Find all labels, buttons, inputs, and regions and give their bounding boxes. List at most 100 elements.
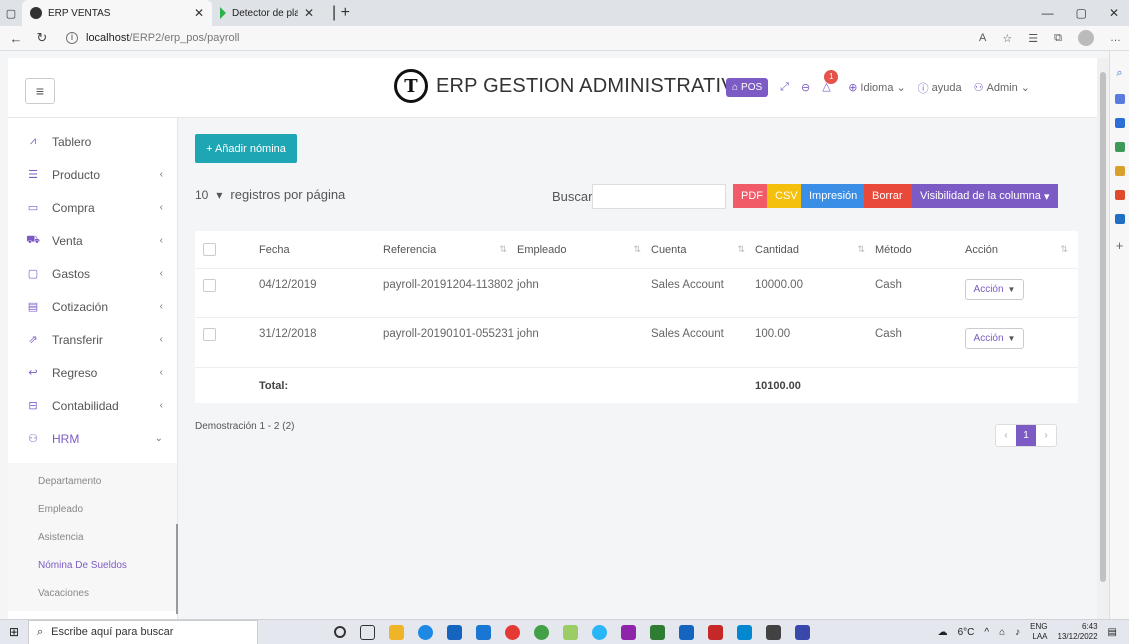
more-icon[interactable]: …: [1110, 32, 1121, 44]
copilot-icon[interactable]: [1114, 94, 1125, 104]
volume-icon[interactable]: ♪: [1015, 627, 1020, 638]
store-icon[interactable]: [447, 624, 462, 640]
sidebar-item-venta[interactable]: ⛟ Venta ‹: [8, 224, 177, 257]
favorites-icon[interactable]: ☰: [1028, 32, 1038, 45]
next-page-button[interactable]: ›: [1036, 425, 1056, 446]
word-icon[interactable]: [679, 624, 694, 640]
browser-icon[interactable]: [592, 624, 607, 640]
search-icon[interactable]: ⌕: [1116, 67, 1122, 80]
profile-avatar[interactable]: [1078, 30, 1094, 46]
fullscreen-icon[interactable]: ⤢: [780, 81, 789, 94]
col-accion[interactable]: Acción ⇅: [965, 244, 1078, 256]
restore-icon[interactable]: ▢: [1076, 6, 1087, 20]
tray-chevron-icon[interactable]: ^: [984, 627, 989, 638]
col-cantidad[interactable]: Cantidad ⇅: [755, 244, 875, 256]
notifications[interactable]: 1 △: [822, 69, 839, 96]
collections-icon[interactable]: ⧉: [1054, 32, 1062, 45]
edge-icon[interactable]: [418, 624, 433, 640]
task-view-icon[interactable]: [360, 624, 375, 640]
windows-start-icon[interactable]: ⊞: [0, 625, 28, 639]
outlook-icon[interactable]: [1114, 214, 1125, 224]
col-referencia[interactable]: Referencia ⇅: [383, 244, 517, 256]
action-dropdown-button[interactable]: Acción ▼: [965, 328, 1024, 349]
back-icon[interactable]: ←: [8, 31, 24, 46]
language-indicator[interactable]: ENG LAA: [1030, 622, 1047, 642]
row-checkbox[interactable]: [203, 328, 216, 341]
file-explorer-icon[interactable]: [389, 624, 404, 640]
pdf-button[interactable]: PDF: [733, 184, 767, 208]
sidebar-item-hrm[interactable]: ⚇ HRM ⌄: [8, 422, 177, 455]
page-1-button[interactable]: 1: [1016, 425, 1036, 446]
submenu-item-nomina[interactable]: Nómina De Sueldos: [8, 551, 177, 579]
tools-icon[interactable]: [1114, 142, 1125, 152]
favorite-star-icon[interactable]: ☆: [1002, 32, 1012, 45]
close-window-icon[interactable]: ✕: [1109, 6, 1119, 20]
sidebar-item-compra[interactable]: ▭ Compra ‹: [8, 191, 177, 224]
notes-icon[interactable]: [795, 624, 810, 640]
opera-icon[interactable]: [505, 624, 520, 640]
mail-icon[interactable]: [476, 624, 491, 640]
sidebar-item-gastos[interactable]: ▢ Gastos ‹: [8, 257, 177, 290]
sidebar-item-cotizacion[interactable]: ▤ Cotización ‹: [8, 290, 177, 323]
office-icon[interactable]: [1114, 190, 1125, 200]
pos-button[interactable]: ⌂ POS: [726, 78, 769, 97]
help-link[interactable]: ⓘ ayuda: [918, 80, 962, 96]
weather-icon[interactable]: ☁: [938, 627, 948, 638]
site-info-icon[interactable]: i: [66, 32, 78, 44]
read-aloud-icon[interactable]: A: [979, 32, 986, 44]
basket-icon[interactable]: ⊖: [801, 81, 810, 94]
select-all-checkbox[interactable]: [203, 243, 216, 256]
col-metodo[interactable]: Método: [875, 244, 965, 256]
add-payroll-button[interactable]: + Añadir nómina: [195, 134, 297, 163]
tab-actions-icon[interactable]: ▢: [0, 0, 22, 26]
network-icon[interactable]: ⌂: [999, 627, 1005, 638]
url-field[interactable]: i localhost/ERP2/erp_pos/payroll: [60, 28, 969, 48]
page-length-select[interactable]: 10 ▾: [195, 188, 222, 202]
sidebar-item-contabilidad[interactable]: ⊟ Contabilidad ‹: [8, 389, 177, 422]
chrome-icon[interactable]: [534, 624, 549, 640]
app-icon-2[interactable]: [766, 624, 781, 640]
submenu-item-vacaciones[interactable]: Vacaciones: [8, 579, 177, 607]
action-dropdown-button[interactable]: Acción ▼: [965, 279, 1024, 300]
notification-center-icon[interactable]: ▤: [1108, 627, 1117, 638]
vscode-icon[interactable]: [737, 624, 752, 640]
language-dropdown[interactable]: ⊕ Idioma ⌄: [848, 81, 905, 95]
tab-detector[interactable]: Detector de plagio - ✕: [212, 0, 322, 26]
submenu-item-empleado[interactable]: Empleado: [8, 495, 177, 523]
taskbar-search[interactable]: ⌕ Escribe aquí para buscar: [28, 619, 258, 644]
submenu-item-asistencia[interactable]: Asistencia: [8, 523, 177, 551]
app-icon[interactable]: [621, 624, 636, 640]
col-cuenta[interactable]: Cuenta ⇅: [651, 244, 755, 256]
col-fecha[interactable]: Fecha: [259, 244, 383, 256]
delete-button[interactable]: Borrar: [864, 184, 912, 208]
close-tab-icon[interactable]: ✕: [194, 6, 204, 20]
clock[interactable]: 6:43 13/12/2022: [1058, 622, 1098, 642]
column-visibility-button[interactable]: Visibilidad de la columna ▾: [912, 184, 1058, 208]
new-tab-button[interactable]: | +: [322, 4, 360, 22]
add-icon[interactable]: +: [1116, 238, 1124, 253]
scrollbar-thumb[interactable]: [1100, 72, 1106, 582]
refresh-icon[interactable]: ↻: [34, 30, 50, 46]
page-scrollbar[interactable]: [1097, 58, 1109, 619]
tab-erp-ventas[interactable]: ERP VENTAS ✕: [22, 0, 212, 26]
cortana-icon[interactable]: [334, 626, 346, 638]
menu-toggle-button[interactable]: ≡: [25, 78, 55, 104]
close-tab-icon[interactable]: ✕: [304, 6, 314, 20]
excel-icon[interactable]: [650, 624, 665, 640]
sidebar-item-transferir[interactable]: ⇗ Transferir ‹: [8, 323, 177, 356]
col-empleado[interactable]: Empleado ⇅: [517, 244, 651, 256]
shopping-icon[interactable]: [1114, 118, 1125, 128]
print-button[interactable]: Impresión: [801, 184, 864, 208]
prev-page-button[interactable]: ‹: [996, 425, 1016, 446]
row-checkbox[interactable]: [203, 279, 216, 292]
submenu-item-departamento[interactable]: Departamento: [8, 467, 177, 495]
search-input[interactable]: [592, 184, 726, 209]
pdf-reader-icon[interactable]: [708, 624, 723, 640]
notepad-icon[interactable]: [563, 624, 578, 640]
sidebar-item-producto[interactable]: ☰ Producto ‹: [8, 158, 177, 191]
games-icon[interactable]: [1114, 166, 1125, 176]
minimize-icon[interactable]: —: [1042, 6, 1054, 20]
user-dropdown[interactable]: ⚇ Admin ⌄: [974, 81, 1030, 95]
sidebar-item-tablero[interactable]: ⩘ Tablero: [8, 125, 177, 158]
csv-button[interactable]: CSV: [767, 184, 801, 208]
